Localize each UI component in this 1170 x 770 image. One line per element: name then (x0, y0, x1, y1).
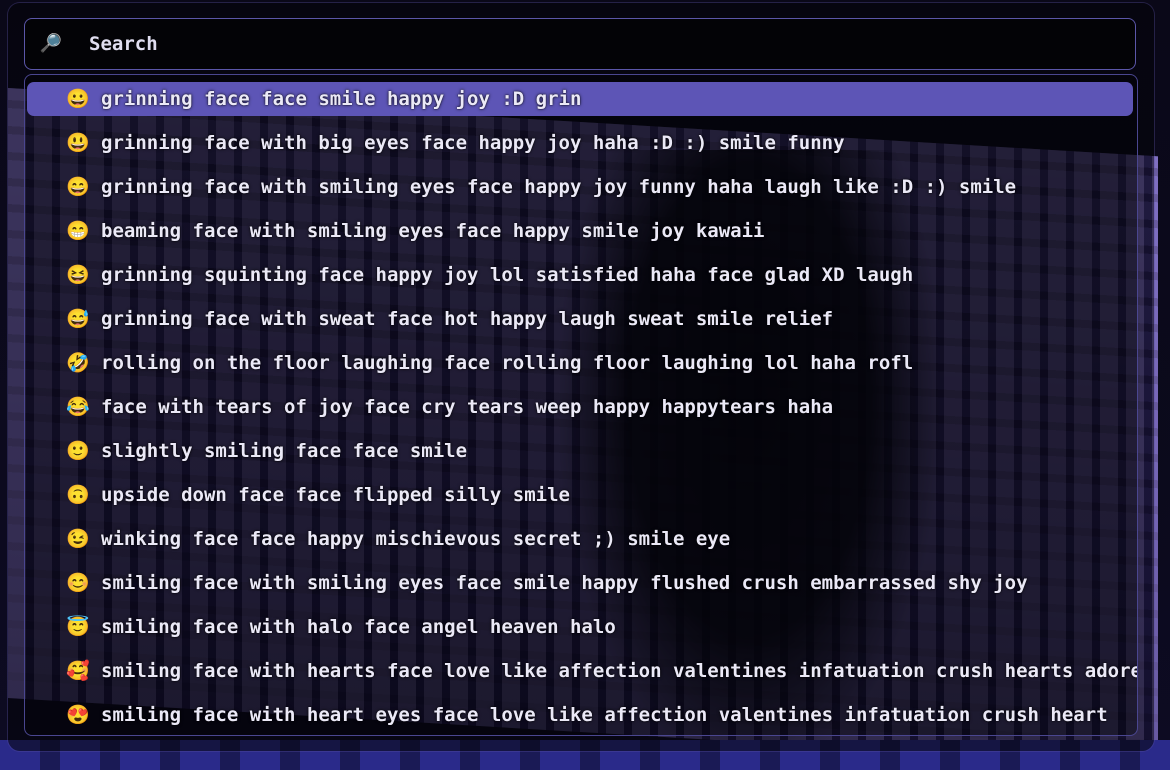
result-label: grinning face with smiling eyes face hap… (101, 176, 1017, 198)
result-row[interactable]: 😇 smiling face with halo face angel heave… (27, 610, 1133, 644)
result-row[interactable]: 😂 face with tears of joy face cry tears w… (27, 390, 1133, 424)
emoji-glyph: 😇 (66, 616, 90, 638)
result-label: smiling face with halo face angel heaven… (101, 616, 616, 638)
result-row[interactable]: 😃 grinning face with big eyes face happy … (27, 126, 1133, 160)
result-label: winking face face happy mischievous secr… (101, 528, 731, 550)
result-label: smiling face with hearts face love like … (101, 660, 1138, 682)
emoji-glyph: 😍 (66, 704, 90, 726)
result-row[interactable]: 🤣 rolling on the floor laughing face roll… (27, 346, 1133, 380)
result-label: grinning squinting face happy joy lol sa… (101, 264, 914, 286)
emoji-glyph: 🙂 (66, 440, 90, 462)
result-label: rolling on the floor laughing face rolli… (101, 352, 914, 374)
magnifying-glass-icon: 🔎 (39, 33, 63, 54)
emoji-glyph: 😂 (66, 396, 90, 418)
emoji-glyph: 🙃 (66, 484, 90, 506)
emoji-glyph: 🤣 (66, 352, 90, 374)
result-label: upside down face face flipped silly smil… (101, 484, 570, 506)
result-row[interactable]: 🥰 smiling face with hearts face love like… (27, 654, 1137, 688)
result-row[interactable]: 😄 grinning face with smiling eyes face ha… (27, 170, 1133, 204)
result-row[interactable]: 😅 grinning face with sweat face hot happy… (27, 302, 1133, 336)
search-input[interactable] (89, 27, 1089, 61)
result-row-selected[interactable]: 😀 grinning face face smile happy joy :D g… (27, 82, 1133, 116)
result-label: smiling face with heart eyes face love l… (101, 704, 1108, 726)
result-row[interactable]: 😉 winking face face happy mischievous sec… (27, 522, 1133, 556)
emoji-glyph: 😀 (66, 88, 90, 110)
result-row[interactable]: 😍 smiling face with heart eyes face love … (27, 698, 1133, 732)
result-row[interactable]: 🙂 slightly smiling face face smile (27, 434, 1133, 468)
emoji-glyph: 😉 (66, 528, 90, 550)
result-label: grinning face with sweat face hot happy … (101, 308, 834, 330)
emoji-glyph: 😆 (66, 264, 90, 286)
result-label: grinning face with big eyes face happy j… (101, 132, 845, 154)
emoji-glyph: 😊 (66, 572, 90, 594)
emoji-glyph: 😁 (66, 220, 90, 242)
result-label: grinning face face smile happy joy :D gr… (101, 88, 582, 110)
result-label: smiling face with smiling eyes face smil… (101, 572, 1028, 594)
result-label: face with tears of joy face cry tears we… (101, 396, 834, 418)
emoji-glyph: 😃 (66, 132, 90, 154)
emoji-glyph: 🥰 (66, 660, 90, 682)
search-bar[interactable]: 🔎 (24, 18, 1136, 70)
result-row[interactable]: 😊 smiling face with smiling eyes face smi… (27, 566, 1133, 600)
emoji-glyph: 😄 (66, 176, 90, 198)
result-row[interactable]: 😁 beaming face with smiling eyes face hap… (27, 214, 1133, 248)
result-row[interactable]: 🙃 upside down face face flipped silly smi… (27, 478, 1133, 512)
result-label: beaming face with smiling eyes face happ… (101, 220, 765, 242)
emoji-results-list: 😀 grinning face face smile happy joy :D g… (24, 74, 1138, 736)
result-label: slightly smiling face face smile (101, 440, 468, 462)
result-row[interactable]: 😆 grinning squinting face happy joy lol s… (27, 258, 1133, 292)
emoji-glyph: 😅 (66, 308, 90, 330)
